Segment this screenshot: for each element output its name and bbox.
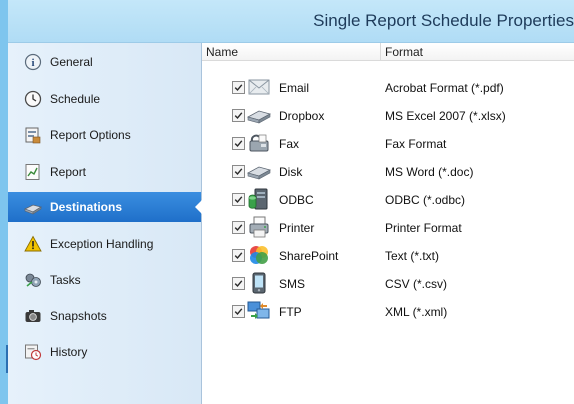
history-icon	[24, 343, 42, 361]
table-row[interactable]: Dropbox MS Excel 2007 (*.xlsx)	[202, 102, 574, 130]
window-left-edge	[0, 0, 8, 404]
report-icon	[24, 163, 42, 181]
svg-text:i: i	[31, 57, 34, 69]
destination-checkbox[interactable]	[232, 277, 245, 290]
sidebar-item-label: Exception Handling	[50, 237, 154, 251]
destinations-panel: Name Format Email Acrobat Format (*.pdf)…	[202, 43, 574, 404]
sidebar-item-label: Destinations	[50, 200, 123, 214]
table-row[interactable]: Fax Fax Format	[202, 130, 574, 158]
title-bar: Single Report Schedule Properties	[8, 0, 574, 43]
table-row[interactable]: ODBC ODBC (*.odbc)	[202, 186, 574, 214]
sidebar-item-schedule[interactable]: Schedule	[8, 84, 201, 114]
sidebar-item-label: General	[50, 55, 93, 69]
destination-name: Disk	[279, 165, 303, 179]
fax-icon	[247, 132, 271, 154]
destination-name: Dropbox	[279, 109, 325, 123]
destination-name: Fax	[279, 137, 300, 151]
clock-icon	[24, 90, 42, 108]
column-header-format[interactable]: Format	[381, 43, 574, 61]
sidebar-item-label: Report	[50, 165, 87, 179]
destination-checkbox[interactable]	[232, 81, 245, 94]
destination-format: MS Excel 2007 (*.xlsx)	[385, 109, 506, 123]
destination-checkbox[interactable]	[232, 137, 245, 150]
table-row[interactable]: SharePoint Text (*.txt)	[202, 242, 574, 270]
sidebar-item-snapshots[interactable]: Snapshots	[8, 301, 201, 331]
destination-name: Printer	[279, 221, 315, 235]
report-options-icon	[24, 126, 42, 144]
sidebar: i General Schedule Report Options Report…	[8, 43, 202, 404]
destination-format: CSV (*.csv)	[385, 277, 448, 291]
destination-format: Printer Format	[385, 221, 462, 235]
destination-checkbox[interactable]	[232, 165, 245, 178]
tasks-icon	[24, 271, 42, 289]
window-title: Single Report Schedule Properties	[313, 11, 574, 30]
sidebar-item-history[interactable]: History	[8, 337, 201, 367]
table-row[interactable]: Printer Printer Format	[202, 214, 574, 242]
sidebar-item-general[interactable]: i General	[8, 47, 201, 77]
dropbox-icon	[246, 104, 272, 126]
sidebar-item-destinations[interactable]: Destinations	[8, 192, 202, 222]
sidebar-item-report-options[interactable]: Report Options	[8, 120, 201, 150]
destination-format: ODBC (*.odbc)	[385, 193, 466, 207]
table-row[interactable]: FTP XML (*.xml)	[202, 298, 574, 326]
sidebar-item-label: Report Options	[50, 128, 131, 142]
sharepoint-icon	[247, 244, 271, 266]
table-row[interactable]: Email Acrobat Format (*.pdf)	[202, 74, 574, 102]
destination-checkbox[interactable]	[232, 249, 245, 262]
destination-name: SharePoint	[279, 249, 339, 263]
destination-checkbox[interactable]	[232, 193, 245, 206]
destination-checkbox[interactable]	[232, 109, 245, 122]
info-icon: i	[24, 53, 42, 71]
destination-name: SMS	[279, 277, 306, 291]
destination-checkbox[interactable]	[232, 221, 245, 234]
destination-format: Fax Format	[385, 137, 447, 151]
destination-format: XML (*.xml)	[385, 305, 448, 319]
sidebar-item-label: Tasks	[50, 273, 81, 287]
camera-icon	[24, 307, 42, 325]
destination-checkbox[interactable]	[232, 305, 245, 318]
column-header-name[interactable]: Name	[202, 43, 381, 61]
sidebar-item-label: History	[50, 345, 88, 359]
table-row[interactable]: SMS CSV (*.csv)	[202, 270, 574, 298]
destination-name: ODBC	[279, 193, 314, 207]
disk-icon	[246, 160, 272, 182]
sidebar-item-label: Schedule	[50, 92, 101, 106]
active-pointer	[195, 200, 202, 214]
destination-name: FTP	[279, 305, 302, 319]
destination-format: MS Word (*.doc)	[385, 165, 474, 179]
ftp-icon	[247, 300, 271, 322]
sidebar-item-report[interactable]: Report	[8, 157, 201, 187]
destination-format: Acrobat Format (*.pdf)	[385, 81, 504, 95]
destinations-icon	[24, 198, 42, 216]
destination-name: Email	[279, 81, 310, 95]
printer-icon	[247, 216, 271, 238]
sms-icon	[247, 272, 271, 294]
sidebar-item-exception-handling[interactable]: Exception Handling	[8, 229, 201, 259]
table-row[interactable]: Disk MS Word (*.doc)	[202, 158, 574, 186]
email-icon	[247, 76, 271, 98]
warning-icon	[24, 235, 42, 253]
destination-format: Text (*.txt)	[385, 249, 440, 263]
odbc-icon	[247, 188, 271, 210]
sidebar-item-tasks[interactable]: Tasks	[8, 265, 201, 295]
sidebar-item-label: Snapshots	[50, 309, 107, 323]
